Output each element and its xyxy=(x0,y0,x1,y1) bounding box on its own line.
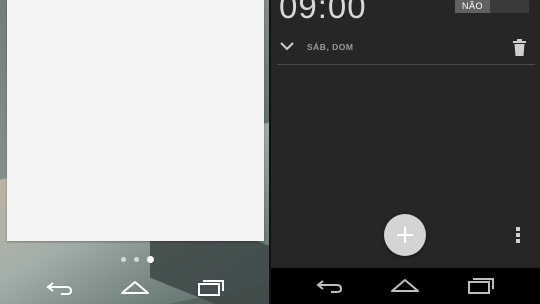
alarm-toggle[interactable]: NÃO xyxy=(455,0,529,13)
alarm-toggle-label: NÃO xyxy=(455,0,490,13)
overflow-menu-icon[interactable] xyxy=(516,227,520,243)
page-dot-active xyxy=(147,256,154,263)
list-divider xyxy=(277,64,535,65)
home-icon[interactable] xyxy=(120,277,150,297)
recent-apps-icon[interactable] xyxy=(196,277,226,297)
page-dot xyxy=(121,257,126,262)
back-arrow-icon[interactable] xyxy=(315,275,345,295)
page-indicator xyxy=(121,256,154,263)
trash-icon[interactable] xyxy=(513,39,526,56)
recent-apps-icon[interactable] xyxy=(466,275,496,295)
chevron-down-icon[interactable] xyxy=(279,40,295,52)
navigation-bar-right xyxy=(271,268,540,304)
plus-icon xyxy=(397,227,413,243)
widget-card[interactable] xyxy=(7,0,264,241)
alarm-repeat-days: SÁB, DOM xyxy=(307,42,354,52)
navigation-bar-left xyxy=(0,270,269,304)
alarm-time[interactable]: 09:00 xyxy=(279,0,367,26)
clock-app-pane: 09:00 NÃO SÁB, DOM xyxy=(271,0,540,304)
home-screen-pane xyxy=(0,0,269,304)
home-icon[interactable] xyxy=(390,275,420,295)
add-alarm-button[interactable] xyxy=(384,214,426,256)
page-dot xyxy=(134,257,139,262)
back-arrow-icon[interactable] xyxy=(45,277,75,297)
